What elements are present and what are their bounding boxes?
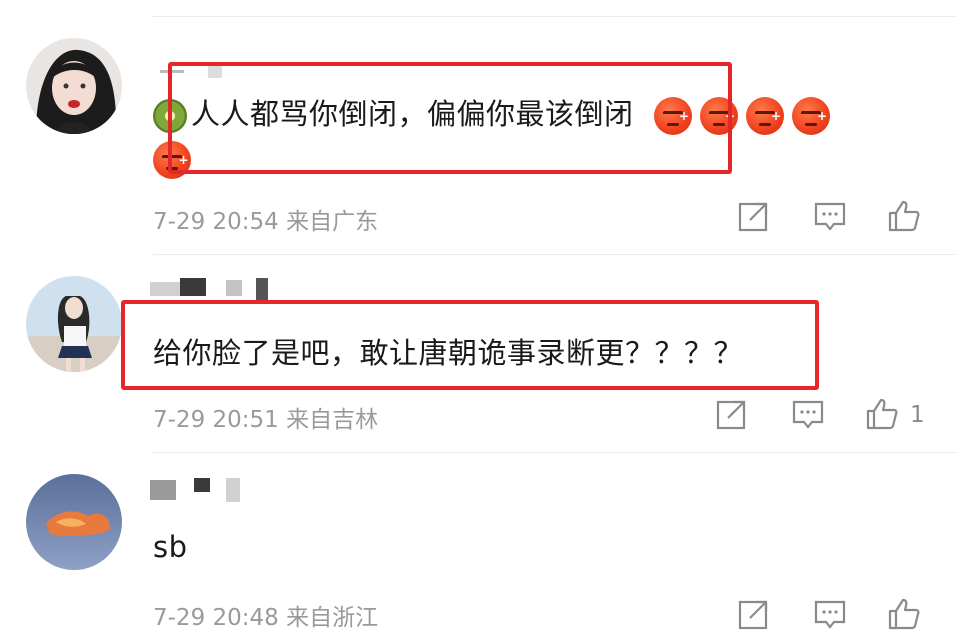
thumbs-up-icon[interactable]: [864, 396, 900, 432]
comment-icon[interactable]: [812, 596, 848, 632]
comment-meta: 7-29 20:51 来自吉林: [153, 407, 379, 433]
comment-meta: 7-29 20:48 来自浙江: [153, 605, 379, 631]
username-blurred[interactable]: [150, 476, 250, 504]
thumbs-up-icon[interactable]: [886, 198, 922, 234]
avatar[interactable]: [26, 38, 122, 134]
highlight-box: [121, 300, 819, 390]
thumbs-up-icon[interactable]: [886, 596, 922, 632]
top-divider: [153, 16, 956, 17]
repost-icon[interactable]: [736, 596, 772, 632]
divider: [153, 254, 956, 255]
comment-actions: [736, 596, 936, 636]
divider: [153, 452, 956, 453]
comment-meta: 7-29 20:54 来自广东: [153, 209, 379, 235]
avatar[interactable]: [26, 474, 122, 570]
comment-icon[interactable]: [790, 396, 826, 432]
repost-icon[interactable]: [714, 396, 750, 432]
comment-text: sb: [153, 530, 188, 564]
comment-icon[interactable]: [812, 198, 848, 234]
angry-emoji-icon: +: [791, 97, 830, 135]
angry-emoji-icon: +: [745, 97, 784, 135]
repost-icon[interactable]: [736, 198, 772, 234]
comment-actions: [736, 198, 936, 238]
comment-actions: 1: [714, 396, 944, 436]
highlight-box: [168, 62, 732, 174]
avatar[interactable]: [26, 276, 122, 372]
like-count: 1: [910, 402, 925, 428]
